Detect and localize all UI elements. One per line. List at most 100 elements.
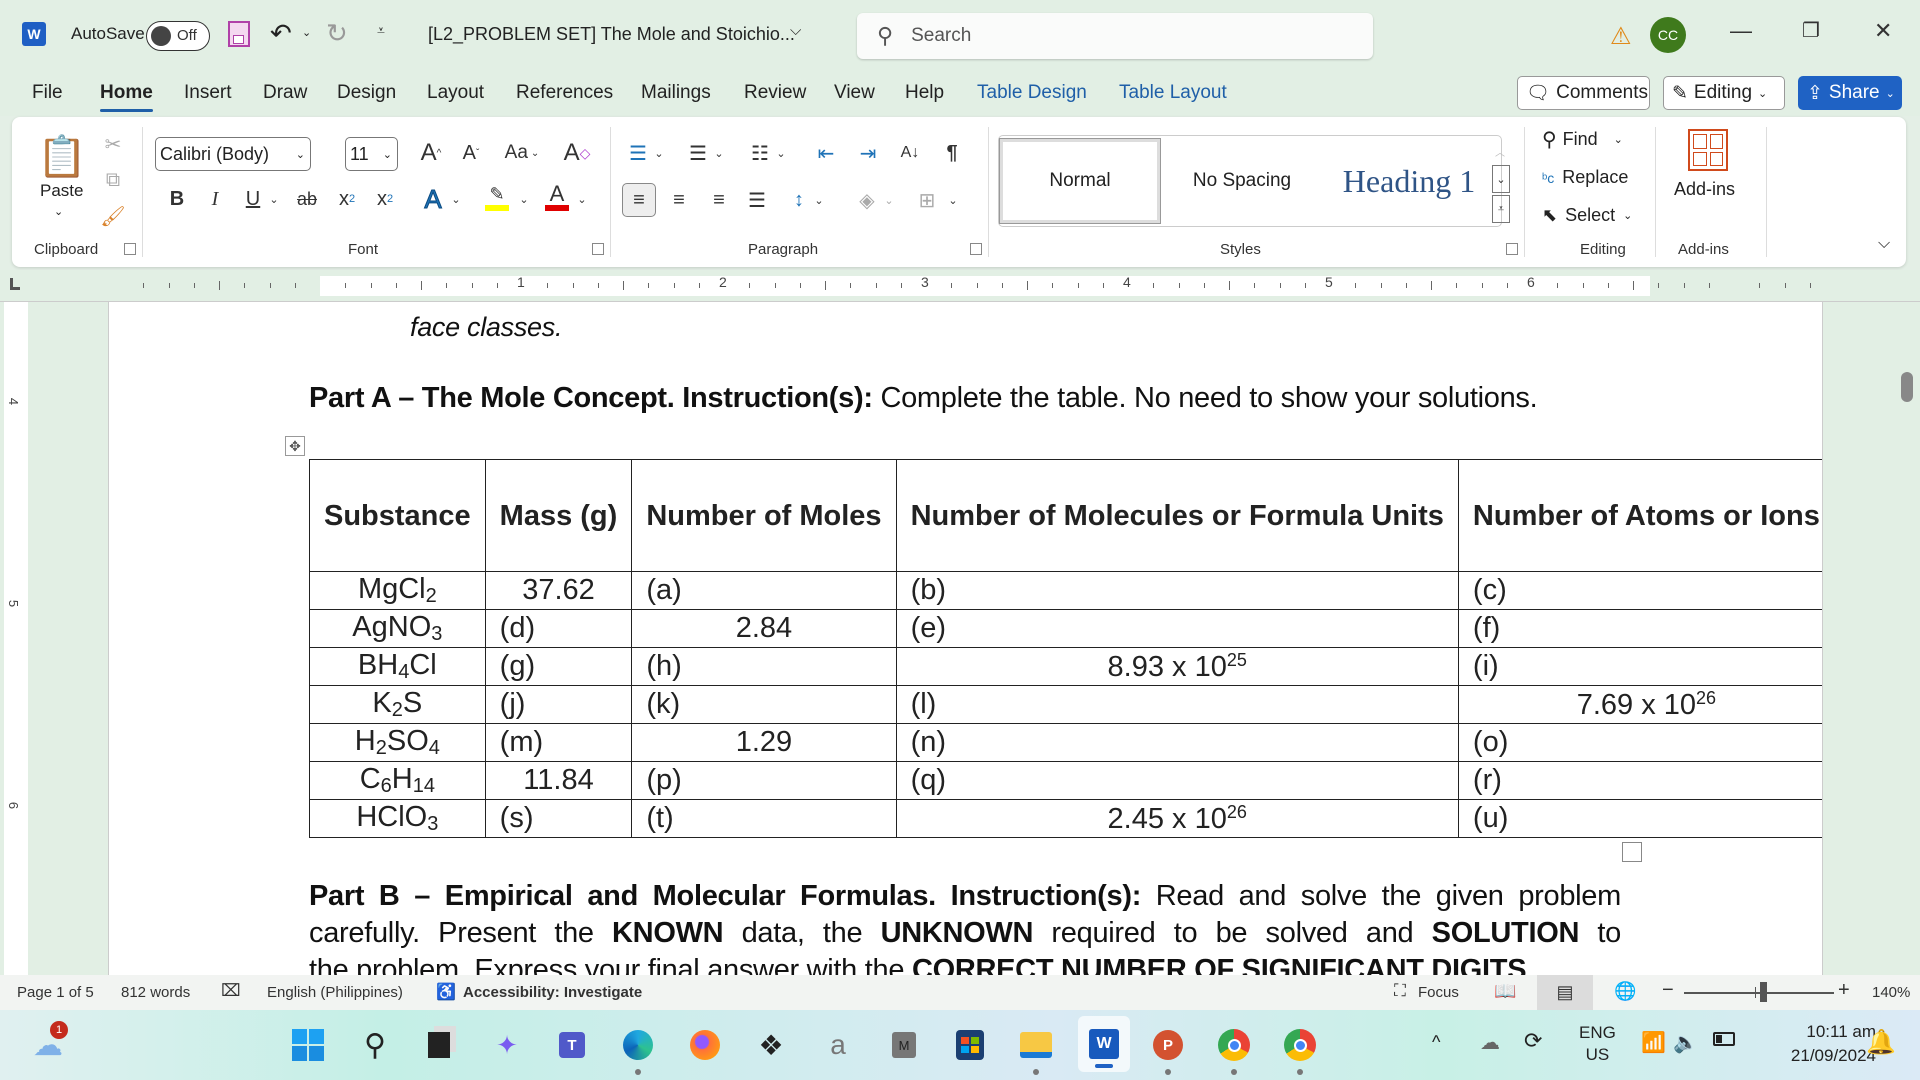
file-explorer-icon[interactable] — [1016, 1025, 1056, 1075]
vertical-scrollbar-thumb[interactable] — [1901, 372, 1913, 402]
zoom-slider-track[interactable] — [1684, 992, 1834, 994]
italic-icon[interactable]: I — [202, 183, 228, 215]
sync-status-icon[interactable]: ⟳ — [1524, 1028, 1542, 1054]
add-ins-icon[interactable] — [1688, 129, 1728, 171]
warning-icon[interactable]: ⚠ — [1610, 22, 1632, 51]
microsoft-store-icon[interactable] — [950, 1025, 990, 1065]
column-header[interactable]: Mass (g) — [484, 459, 633, 572]
moles-cell[interactable]: (h) — [631, 647, 897, 686]
shrink-font-icon[interactable]: Aˇ — [456, 137, 486, 169]
tab-references[interactable]: References — [516, 82, 613, 104]
word-count[interactable]: 812 words — [121, 984, 190, 1001]
m-app-icon[interactable]: M — [884, 1025, 924, 1065]
search-box[interactable]: ⚲ Search — [857, 13, 1373, 59]
highlight-dropdown-icon[interactable]: ⌄ — [516, 183, 532, 215]
substance-cell[interactable]: HClO3 — [309, 799, 486, 838]
atoms-cell[interactable]: (f) — [1457, 609, 1822, 648]
text-effects-icon[interactable]: A — [418, 183, 448, 215]
multilevel-dropdown-icon[interactable]: ⌄ — [774, 137, 788, 169]
vertical-ruler[interactable]: 4 5 6 — [4, 302, 28, 975]
bold-icon[interactable]: B — [164, 183, 190, 215]
tab-file[interactable]: File — [32, 82, 63, 104]
weather-widget[interactable]: ☁ 1 — [28, 1021, 68, 1065]
font-size-combo[interactable]: 11 ⌄ — [345, 137, 398, 171]
clear-formatting-icon[interactable]: A ◇ — [560, 137, 594, 169]
copilot-icon[interactable]: ✦ — [487, 1025, 527, 1065]
cut-icon[interactable]: ✂ — [100, 131, 126, 157]
show-formatting-icon[interactable]: ¶ — [938, 137, 966, 169]
mass-cell[interactable]: 37.62 — [484, 571, 633, 610]
moles-cell[interactable]: (a) — [631, 571, 897, 610]
molecules-cell[interactable]: (b) — [895, 571, 1459, 610]
paste-dropdown-icon[interactable]: ⌄ — [54, 205, 63, 218]
atoms-cell[interactable]: (r) — [1457, 761, 1822, 800]
substance-cell[interactable]: AgNO3 — [309, 609, 486, 648]
teams-icon[interactable]: T — [552, 1025, 592, 1065]
style-no-spacing[interactable]: No Spacing — [1162, 139, 1322, 223]
tab-insert[interactable]: Insert — [184, 82, 232, 104]
atoms-cell[interactable]: (o) — [1457, 723, 1822, 762]
numbering-icon[interactable]: ☰ — [684, 137, 712, 169]
zoom-slider-thumb[interactable] — [1760, 982, 1767, 1002]
share-button[interactable]: ⇪ Share ⌄ — [1798, 76, 1902, 110]
select-button[interactable]: ⬉ Select ⌄ — [1542, 205, 1632, 226]
powerpoint-icon[interactable]: P — [1148, 1025, 1188, 1075]
strikethrough-icon[interactable]: ab — [292, 183, 322, 215]
close-icon[interactable]: ✕ — [1874, 18, 1892, 44]
tab-help[interactable]: Help — [905, 82, 944, 104]
mass-cell[interactable]: 11.84 — [484, 761, 633, 800]
zoom-percent[interactable]: 140% — [1872, 984, 1910, 1001]
battery-icon[interactable] — [1713, 1032, 1735, 1046]
align-right-icon[interactable]: ≡ — [704, 183, 734, 217]
print-layout-icon[interactable]: ▤ — [1537, 975, 1593, 1010]
chrome-profile-1-icon[interactable] — [1214, 1025, 1254, 1075]
column-header[interactable]: Number of Atoms or Ions — [1457, 459, 1822, 572]
superscript-icon[interactable]: x2 — [372, 183, 398, 215]
mass-cell[interactable]: (s) — [484, 799, 633, 838]
paste-button[interactable]: Paste — [40, 181, 83, 201]
moles-cell[interactable]: 2.84 — [631, 609, 897, 648]
substance-cell[interactable]: MgCl2 — [309, 571, 486, 610]
tab-table-design[interactable]: Table Design — [977, 82, 1087, 104]
increase-indent-icon[interactable]: ⇥ — [854, 137, 882, 169]
moles-cell[interactable]: (k) — [631, 685, 897, 724]
align-left-icon[interactable]: ≡ — [622, 183, 656, 217]
mass-cell[interactable]: (m) — [484, 723, 633, 762]
grow-font-icon[interactable]: A ^ — [416, 137, 446, 169]
clock[interactable]: 10:11 am 21/09/2024 — [1760, 1020, 1876, 1068]
styles-scroll-down-icon[interactable]: ⌄ — [1492, 165, 1510, 193]
wifi-icon[interactable]: 📶 — [1641, 1030, 1666, 1055]
molecules-cell[interactable]: (q) — [895, 761, 1459, 800]
borders-icon[interactable]: ⊞ — [912, 183, 942, 217]
style-normal[interactable]: Normal — [999, 138, 1161, 224]
atoms-cell[interactable]: 7.69 x 1026 — [1457, 685, 1822, 724]
tab-view[interactable]: View — [834, 82, 875, 104]
tab-review[interactable]: Review — [744, 82, 806, 104]
decrease-indent-icon[interactable]: ⇤ — [812, 137, 840, 169]
tab-draw[interactable]: Draw — [263, 82, 307, 104]
format-painter-icon[interactable]: 🖌 — [100, 203, 126, 229]
column-header[interactable]: Substance — [309, 459, 486, 572]
bullets-dropdown-icon[interactable]: ⌄ — [652, 137, 666, 169]
tab-table-layout[interactable]: Table Layout — [1119, 82, 1227, 104]
molecules-cell[interactable]: (n) — [895, 723, 1459, 762]
zoom-out-icon[interactable]: − — [1662, 979, 1674, 1002]
table-move-handle-icon[interactable]: ✥ — [285, 436, 305, 456]
molecules-cell[interactable]: (l) — [895, 685, 1459, 724]
collapse-ribbon-icon[interactable]: ⌵ — [1878, 235, 1890, 253]
zoom-in-icon[interactable]: + — [1838, 979, 1850, 1002]
substance-cell[interactable]: BH4Cl — [309, 647, 486, 686]
clipboard-launcher-icon[interactable] — [124, 243, 136, 255]
column-header[interactable]: Number of Moles — [631, 459, 897, 572]
sort-icon[interactable]: A↓ — [896, 137, 924, 169]
word-app-icon[interactable]: W — [22, 22, 46, 46]
page-count[interactable]: Page 1 of 5 — [17, 984, 94, 1001]
molecules-cell[interactable]: (e) — [895, 609, 1459, 648]
amazon-icon[interactable]: a — [818, 1025, 858, 1065]
document-page[interactable]: face classes. Part A – The Mole Concept.… — [108, 302, 1823, 975]
bullets-icon[interactable]: ☰ — [624, 137, 652, 169]
volume-icon[interactable]: 🔈 — [1673, 1030, 1698, 1055]
paragraph-launcher-icon[interactable] — [970, 243, 982, 255]
replace-button[interactable]: ᵇc Replace — [1542, 167, 1628, 188]
shading-icon[interactable]: ◈ — [852, 183, 882, 217]
